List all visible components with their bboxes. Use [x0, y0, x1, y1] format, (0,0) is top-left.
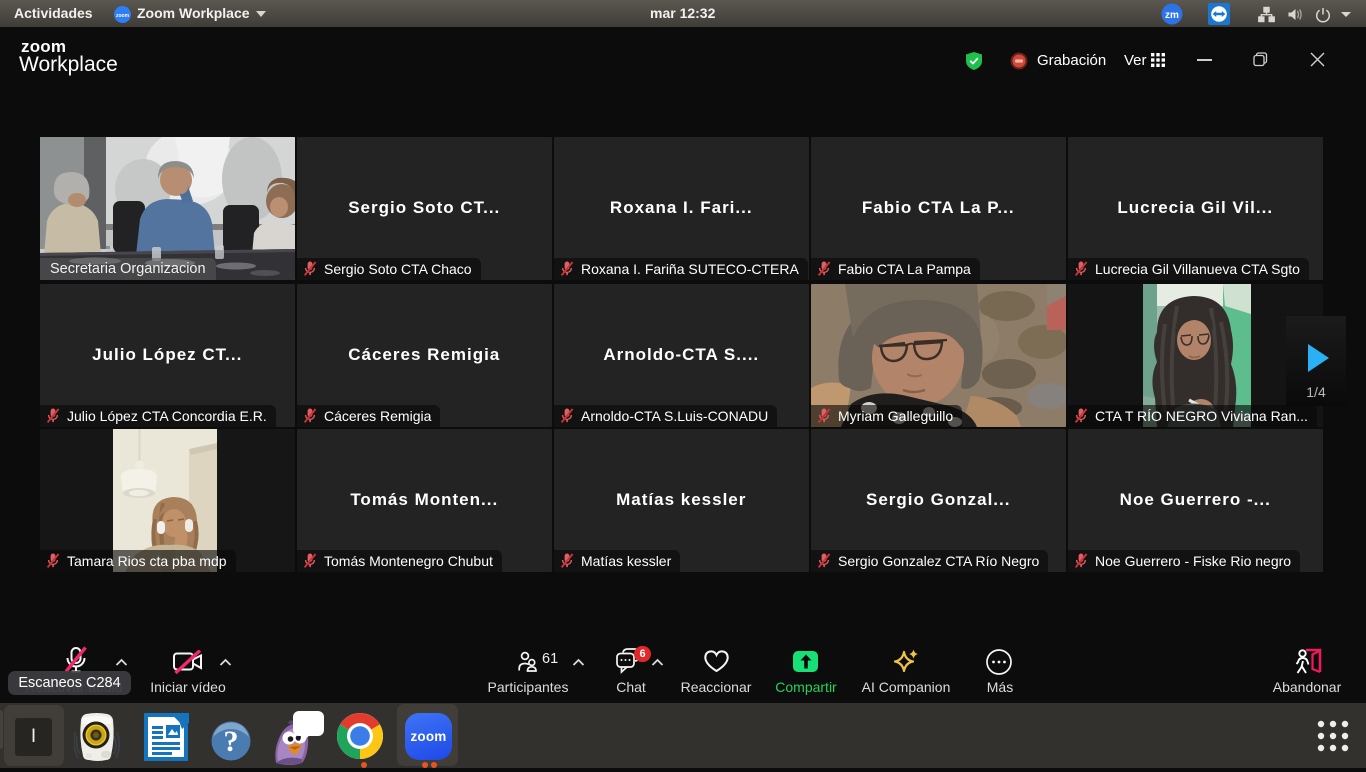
svg-text:zoom: zoom [116, 13, 130, 19]
svg-text:zm: zm [1165, 10, 1179, 21]
svg-text:?: ? [224, 725, 239, 758]
